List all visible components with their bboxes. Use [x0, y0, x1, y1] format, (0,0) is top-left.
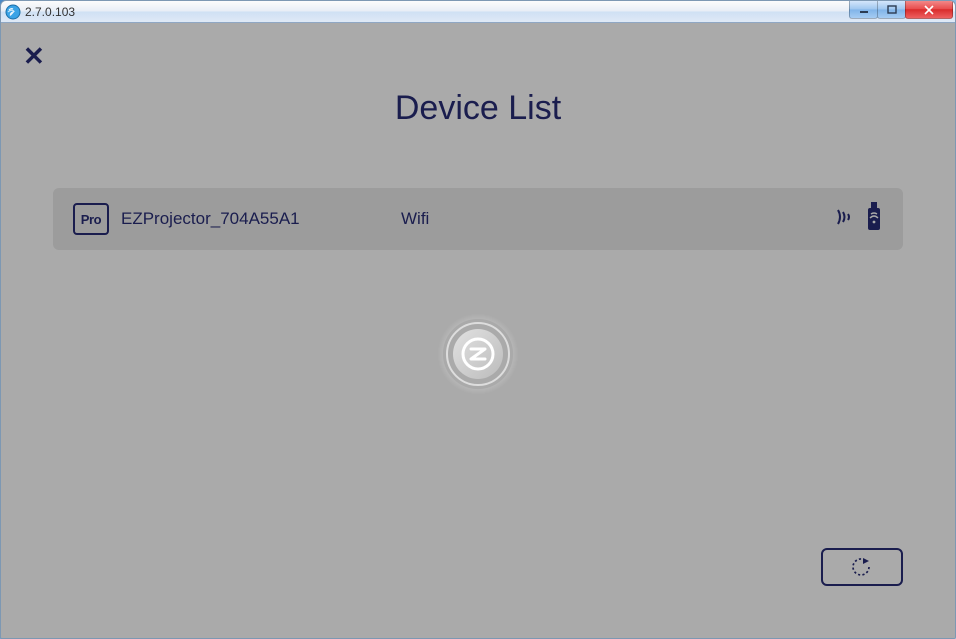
device-connection-type: Wifi — [401, 209, 835, 229]
page-title: Device List — [13, 89, 943, 128]
loading-spinner-icon — [437, 313, 519, 395]
maximize-button[interactable] — [877, 1, 906, 19]
app-window: 2.7.0.103 ✕ Device List Pro EZProjector_… — [0, 0, 956, 639]
refresh-button[interactable] — [821, 548, 903, 586]
signal-icon — [835, 206, 857, 233]
window-close-icon — [923, 5, 935, 15]
maximize-icon — [887, 5, 897, 14]
device-status-icons — [835, 202, 883, 237]
window-title: 2.7.0.103 — [25, 5, 75, 19]
pro-badge-icon: Pro — [73, 203, 109, 235]
minimize-icon — [859, 6, 869, 14]
device-name: EZProjector_704A55A1 — [121, 209, 401, 229]
client-area: ✕ Device List Pro EZProjector_704A55A1 W… — [1, 23, 955, 638]
device-row[interactable]: Pro EZProjector_704A55A1 Wifi — [53, 188, 903, 250]
titlebar[interactable]: 2.7.0.103 — [1, 1, 955, 23]
device-list: Pro EZProjector_704A55A1 Wifi — [13, 188, 943, 250]
app-icon — [5, 4, 21, 20]
minimize-button[interactable] — [849, 1, 878, 19]
window-close-button[interactable] — [905, 1, 953, 19]
dongle-icon — [865, 202, 883, 237]
close-button[interactable]: ✕ — [23, 43, 45, 69]
window-controls — [850, 1, 953, 19]
refresh-icon — [847, 556, 877, 578]
